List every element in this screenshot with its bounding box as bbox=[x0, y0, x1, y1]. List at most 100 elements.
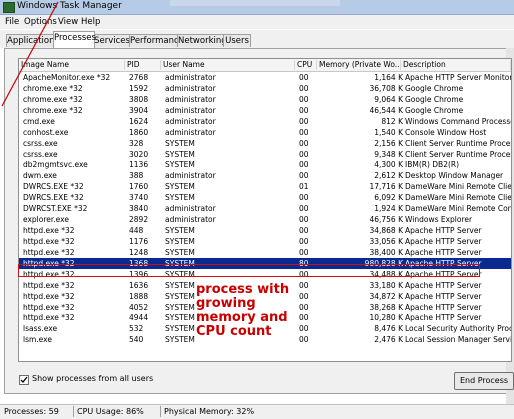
cell-pid: 532 bbox=[129, 324, 144, 334]
cell-image-name: cmd.exe bbox=[23, 116, 55, 126]
col-pid[interactable]: PID bbox=[125, 60, 161, 70]
table-row[interactable]: httpd.exe *32 448 SYSTEM 00 34,868 K Apache H… bbox=[19, 225, 511, 236]
cell-pid: 2892 bbox=[129, 215, 149, 225]
table-row[interactable]: explorer.exe 2892 administrator 00 46,756 KW… bbox=[19, 214, 511, 225]
cell-memory: 38,268 K bbox=[369, 302, 403, 312]
cell-memory: 10,280 K bbox=[369, 313, 403, 323]
cell-cpu: 00 bbox=[299, 247, 309, 257]
cell-memory: 2,156 K bbox=[374, 138, 403, 148]
cell-memory: 33,180 K bbox=[369, 280, 403, 290]
cell-pid: 1592 bbox=[129, 83, 149, 93]
table-row[interactable]: db2mgmtsvc.exe 1136 SYSTEM 00 4,300 K IBM(R) … bbox=[19, 159, 511, 170]
cell-user-name: administrator bbox=[165, 204, 216, 214]
checkbox-box[interactable] bbox=[19, 375, 29, 385]
table-row[interactable]: chrome.exe *32 1592 administrator 00 36,708 … bbox=[19, 83, 511, 94]
cell-pid: 1176 bbox=[129, 236, 149, 246]
cell-cpu: 00 bbox=[299, 160, 309, 170]
cell-description: Client Server Runtime Process bbox=[405, 138, 511, 148]
title-bar-background bbox=[170, 0, 340, 6]
checkmark-icon bbox=[20, 376, 28, 383]
table-row[interactable]: DWRCS.EXE *32 3740 SYSTEM 00 6,092 K DameWare… bbox=[19, 192, 511, 203]
cell-description: Google Chrome bbox=[405, 94, 464, 104]
cell-pid: 3904 bbox=[129, 105, 149, 115]
cell-image-name: explorer.exe bbox=[23, 215, 69, 225]
table-row[interactable]: DWRCS.EXE *32 1760 SYSTEM 01 17,716 K DameWar… bbox=[19, 181, 511, 192]
cell-cpu: 00 bbox=[299, 149, 309, 159]
cell-cpu: 00 bbox=[299, 94, 309, 104]
status-divider bbox=[160, 406, 161, 417]
annotation-text: process with growing memory and CPU coun… bbox=[196, 282, 290, 339]
cell-image-name: httpd.exe *32 bbox=[23, 280, 75, 290]
cell-description: Apache HTTP Server bbox=[405, 302, 482, 312]
tab-networking[interactable]: Networking bbox=[177, 34, 227, 47]
table-row[interactable]: dwm.exe 388 administrator 00 2,612 K Desktop … bbox=[19, 170, 511, 181]
table-row[interactable]: chrome.exe *32 3808 administrator 00 9,064 K… bbox=[19, 94, 511, 105]
tab-performance[interactable]: Performance bbox=[129, 34, 184, 47]
menu-bar: File Options View Help bbox=[0, 15, 514, 29]
col-cpu[interactable]: CPU bbox=[295, 60, 317, 70]
end-process-button[interactable]: End Process bbox=[454, 372, 514, 390]
cell-description: IBM(R) DB2(R) bbox=[405, 160, 460, 170]
highlight-box bbox=[18, 264, 480, 277]
table-row[interactable]: ApacheMonitor.exe *32 2768 administrator 00… bbox=[19, 72, 511, 83]
cell-user-name: SYSTEM bbox=[165, 182, 195, 192]
cell-user-name: SYSTEM bbox=[165, 149, 195, 159]
cell-pid: 3740 bbox=[129, 193, 149, 203]
col-description[interactable]: Description bbox=[401, 60, 511, 70]
table-row[interactable]: httpd.exe *32 1176 SYSTEM 00 33,056 K Apache … bbox=[19, 236, 511, 247]
cell-description: Windows Command Processor bbox=[405, 116, 511, 126]
cell-cpu: 00 bbox=[299, 204, 309, 214]
cell-memory: 8,476 K bbox=[374, 324, 403, 334]
cell-pid: 1624 bbox=[129, 116, 149, 126]
status-processes: Processes: 59 bbox=[4, 407, 59, 416]
cell-description: Console Window Host bbox=[405, 127, 487, 137]
cell-memory: 4,300 K bbox=[374, 160, 403, 170]
cell-user-name: SYSTEM bbox=[165, 138, 195, 148]
tab-users[interactable]: Users bbox=[223, 34, 251, 47]
cell-description: Apache HTTP Server Monitor bbox=[405, 73, 511, 82]
table-row[interactable]: csrss.exe 3020 SYSTEM 00 9,348 K Client Serve… bbox=[19, 149, 511, 160]
cell-memory: 2,476 K bbox=[374, 335, 403, 345]
col-user-name[interactable]: User Name bbox=[161, 60, 295, 70]
col-memory[interactable]: Memory (Private Wo... bbox=[317, 60, 401, 70]
annotation-arrow bbox=[1, 1, 59, 107]
cell-description: Apache HTTP Server bbox=[405, 280, 482, 290]
table-header: Image Name PID User Name CPU Memory (Pri… bbox=[19, 59, 511, 72]
cell-description: Client Server Runtime Process bbox=[405, 149, 511, 159]
cell-description: Apache HTTP Server bbox=[405, 313, 482, 323]
cell-memory: 36,708 K bbox=[369, 83, 403, 93]
cell-pid: 1636 bbox=[129, 280, 149, 290]
cell-pid: 328 bbox=[129, 138, 144, 148]
cell-pid: 4052 bbox=[129, 302, 149, 312]
table-row[interactable]: httpd.exe *32 1248 SYSTEM 00 38,400 K Apache … bbox=[19, 247, 511, 258]
cell-user-name: administrator bbox=[165, 73, 216, 82]
cell-user-name: administrator bbox=[165, 105, 216, 115]
cell-description: DameWare Mini Remote Control U bbox=[405, 204, 511, 214]
cell-user-name: administrator bbox=[165, 116, 216, 126]
cell-memory: 9,064 K bbox=[374, 94, 403, 104]
cell-description: Google Chrome bbox=[405, 105, 464, 115]
cell-image-name: DWRCS.EXE *32 bbox=[23, 193, 84, 203]
cell-description: Apache HTTP Server bbox=[405, 291, 482, 301]
cell-image-name: httpd.exe *32 bbox=[23, 291, 75, 301]
cell-cpu: 00 bbox=[299, 73, 309, 82]
cell-cpu: 00 bbox=[299, 215, 309, 225]
cell-user-name: administrator bbox=[165, 215, 216, 225]
status-cpu: CPU Usage: 86% bbox=[77, 407, 144, 416]
cell-cpu: 00 bbox=[299, 138, 309, 148]
menu-view[interactable]: View bbox=[58, 17, 78, 27]
table-row[interactable]: cmd.exe 1624 administrator 00 812 K Windows C… bbox=[19, 116, 511, 127]
table-row[interactable]: csrss.exe 328 SYSTEM 00 2,156 K Client Server… bbox=[19, 138, 511, 149]
table-row[interactable]: chrome.exe *32 3904 administrator 00 46,544 … bbox=[19, 105, 511, 116]
table-row[interactable]: DWRCST.EXE *32 3840 administrator 00 1,924 K… bbox=[19, 203, 511, 214]
table-row[interactable]: conhost.exe 1860 administrator 00 1,540 K Con… bbox=[19, 127, 511, 138]
cell-user-name: SYSTEM bbox=[165, 247, 195, 257]
tab-services[interactable]: Services bbox=[93, 34, 131, 47]
cell-user-name: SYSTEM bbox=[165, 193, 195, 203]
cell-image-name: csrss.exe bbox=[23, 149, 58, 159]
menu-help[interactable]: Help bbox=[81, 17, 100, 27]
status-divider bbox=[73, 406, 74, 417]
cell-user-name: administrator bbox=[165, 127, 216, 137]
tab-processes[interactable]: Processes bbox=[53, 31, 96, 48]
show-all-label: Show processes from all users bbox=[32, 374, 154, 383]
